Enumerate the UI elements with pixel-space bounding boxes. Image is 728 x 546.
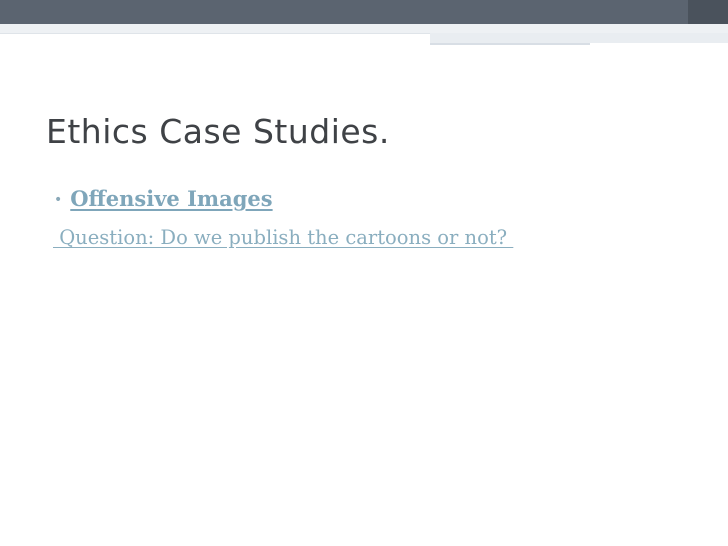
header-band-edge bbox=[688, 0, 728, 24]
slide: Ethics Case Studies. • Offensive Images … bbox=[0, 0, 728, 546]
slide-title: Ethics Case Studies. bbox=[46, 112, 390, 151]
offensive-images-link[interactable]: Offensive Images bbox=[70, 186, 272, 211]
header-accent-block bbox=[430, 33, 728, 43]
question-link[interactable]: Question: Do we publish the cartoons or … bbox=[53, 226, 513, 249]
bullet-marker: • bbox=[54, 192, 63, 208]
header-accent-line bbox=[430, 43, 590, 45]
header-band bbox=[0, 0, 728, 24]
bullet-item: • Offensive Images bbox=[54, 186, 273, 211]
header-band-light bbox=[0, 24, 728, 33]
